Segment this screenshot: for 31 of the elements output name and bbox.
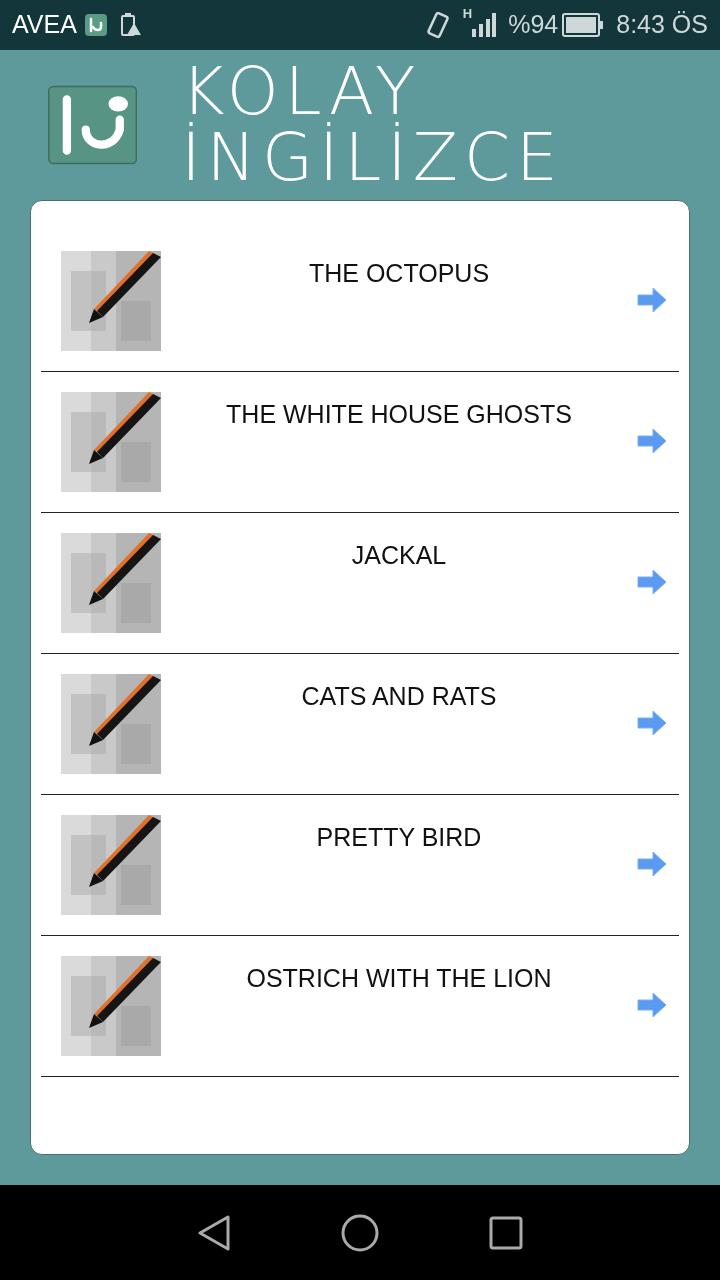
home-icon[interactable] bbox=[341, 1213, 379, 1252]
recent-apps-icon[interactable] bbox=[489, 1215, 523, 1250]
back-icon[interactable] bbox=[197, 1214, 231, 1251]
clock: 8:43 ÖS bbox=[616, 9, 708, 41]
arrow-right-icon bbox=[637, 851, 667, 877]
story-title: PRETTY BIRD bbox=[315, 822, 483, 853]
arrow-right-icon bbox=[637, 710, 667, 736]
signal-icon bbox=[472, 13, 497, 37]
story-item[interactable]: JACKAL bbox=[41, 513, 679, 654]
story-title: OSTRICH WITH THE LION bbox=[245, 963, 553, 994]
battery-percentage: %94 bbox=[508, 9, 559, 41]
carrier-name: AVEA bbox=[12, 9, 77, 41]
vibrate-icon bbox=[424, 11, 451, 39]
battery-icon bbox=[562, 13, 605, 37]
app-notification-icon bbox=[84, 14, 107, 36]
story-title: JACKAL bbox=[350, 540, 448, 571]
battery-warning-icon bbox=[118, 13, 141, 37]
story-title: CATS AND RATS bbox=[300, 681, 498, 712]
arrow-right-icon bbox=[637, 428, 667, 454]
story-title: THE OCTOPUS bbox=[307, 258, 491, 289]
story-item[interactable]: OSTRICH WITH THE LION bbox=[41, 936, 679, 1077]
story-title: THE WHITE HOUSE GHOSTS bbox=[225, 399, 573, 430]
story-item[interactable]: CATS AND RATS bbox=[41, 654, 679, 795]
arrow-right-icon bbox=[637, 569, 667, 595]
story-item[interactable]: THE WHITE HOUSE GHOSTS bbox=[41, 372, 679, 513]
story-item[interactable]: THE OCTOPUS bbox=[41, 231, 679, 372]
story-item[interactable]: PRETTY BIRD bbox=[41, 795, 679, 936]
arrow-right-icon bbox=[637, 992, 667, 1018]
app-title: KOLAY İNGİLİZCE bbox=[181, 59, 565, 191]
arrow-right-icon bbox=[637, 287, 667, 313]
network-type: H bbox=[462, 5, 473, 23]
